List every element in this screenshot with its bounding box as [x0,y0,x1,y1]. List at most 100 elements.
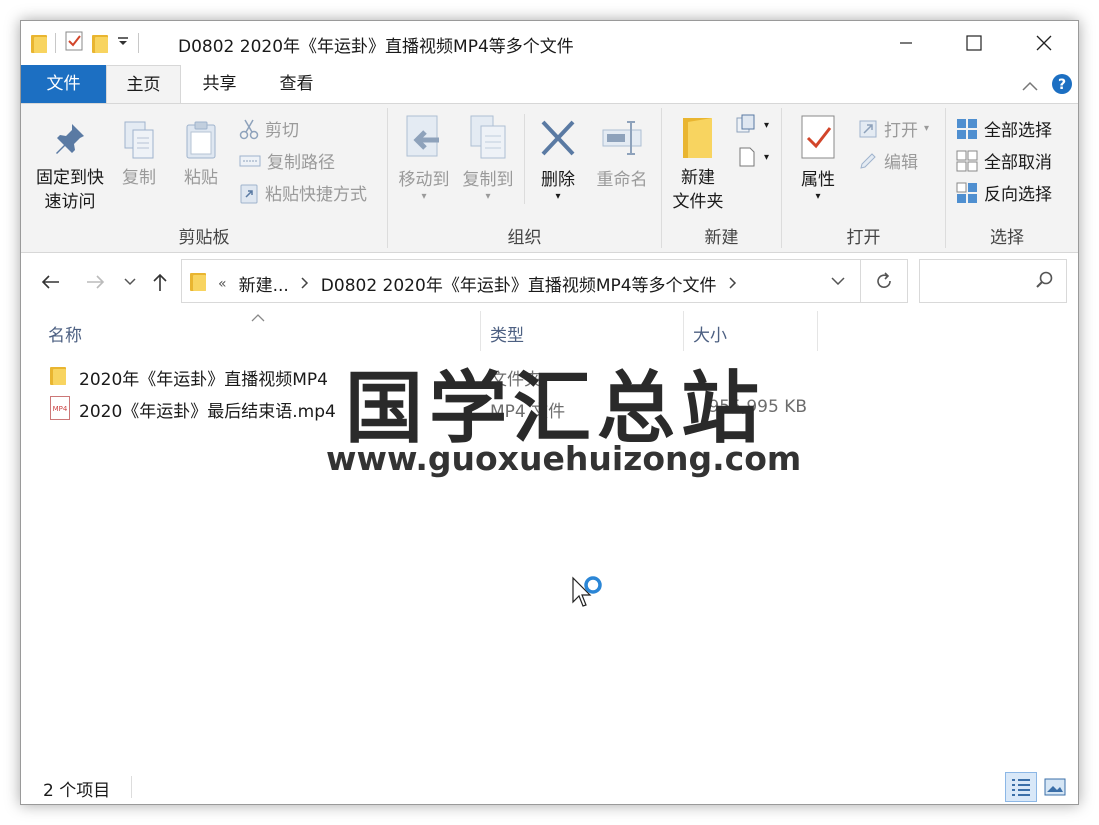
divider [55,33,56,53]
ribbon: 固定到快 速访问 复制 粘贴 剪切 复制路径 粘贴快捷方式 剪贴板 移动到 ▾ … [21,103,1078,253]
new-group-label: 新建 [704,228,739,248]
watermark-url: www.guoxuehuizong.com [326,439,802,478]
breadcrumb-item[interactable]: 新建... [239,271,289,296]
column-header-type[interactable]: 类型 [490,321,524,346]
file-name: 2020年《年运卦》直播视频MP4 [79,370,328,390]
item-count: 2 个项目 [43,781,111,801]
window-title: D0802 2020年《年运卦》直播视频MP4等多个文件 [178,37,574,57]
help-icon[interactable]: ? [1051,73,1073,100]
delete-button[interactable]: 删除 ▾ [533,114,583,202]
new-group: 新建 文件夹 ▾ ▾ 新建 [662,104,781,252]
arrow-up-icon [153,273,167,291]
column-divider[interactable] [683,311,684,351]
search-box[interactable] [919,259,1067,303]
column-header-name[interactable]: 名称 [48,321,82,346]
pin-label-line2: 速访问 [44,192,96,212]
move-to-button[interactable]: 移动到 ▾ [394,114,454,202]
cut-label: 剪切 [265,121,299,141]
tab-home[interactable]: 主页 [106,65,181,104]
search-icon [1036,271,1054,294]
tab-share[interactable]: 共享 [181,65,258,103]
column-headers: 名称 类型 大小 [21,311,1078,351]
properties-qat-button[interactable] [64,30,84,57]
new-folder-button[interactable]: 新建 文件夹 [666,114,730,214]
search-input[interactable] [926,268,1026,294]
details-view-icon [1012,779,1030,796]
large-icons-view-icon [1044,778,1066,796]
copy-to-label: 复制到 [462,170,514,190]
properties-button[interactable]: 属性 ▾ [788,114,848,202]
divider [138,33,139,53]
invert-selection-button[interactable]: 反向选择 [956,180,1052,205]
clipboard-group-label: 剪贴板 [178,228,230,248]
select-all-label: 全部选择 [984,121,1052,141]
copy-icon [121,120,157,160]
paste-button[interactable]: 粘贴 [175,120,227,190]
edit-button[interactable]: 编辑 [858,148,918,173]
minimize-button[interactable] [871,21,941,65]
open-group: 属性 ▾ 打开 ▾ 编辑 打开 [782,104,945,252]
scissors-icon [239,119,259,139]
collapse-ribbon-icon[interactable] [1021,77,1039,97]
back-button[interactable] [35,267,65,297]
copy-path-icon [239,155,261,166]
refresh-button[interactable] [861,260,907,302]
open-button[interactable]: 打开 ▾ [858,116,929,141]
column-divider[interactable] [817,311,818,351]
easy-access-button[interactable]: ▾ [736,146,769,168]
copy-to-button[interactable]: 复制到 ▾ [458,114,518,202]
breadcrumb-overflow[interactable]: « [218,276,227,292]
select-none-button[interactable]: 全部取消 [956,148,1052,173]
pin-quick-access-button[interactable]: 固定到快 速访问 [27,120,113,214]
svg-text:?: ? [1058,77,1066,93]
column-divider[interactable] [480,311,481,351]
folder-icon [31,34,47,53]
rename-button[interactable]: 重命名 [590,114,654,192]
paste-shortcut-button[interactable]: 粘贴快捷方式 [239,180,367,205]
tab-view[interactable]: 查看 [258,65,335,103]
properties-check-icon [800,114,836,162]
divider [524,114,525,204]
rename-icon [601,114,643,162]
chevron-right-icon[interactable] [301,274,309,294]
address-bar[interactable]: « 新建... D0802 2020年《年运卦》直播视频MP4等多个文件 [181,259,908,303]
address-history-button[interactable] [815,260,861,302]
new-folder-label-line2: 文件夹 [672,192,724,212]
paste-shortcut-label: 粘贴快捷方式 [265,185,367,205]
select-none-label: 全部取消 [984,153,1052,173]
new-folder-qat-button[interactable] [92,34,108,53]
properties-label: 属性 [801,170,835,190]
up-button[interactable] [145,267,175,297]
tab-file[interactable]: 文件 [21,65,106,103]
copy-path-button[interactable]: 复制路径 [239,148,335,173]
delete-label: 删除 [541,170,575,190]
refresh-icon [877,272,891,288]
close-button[interactable] [1009,21,1078,65]
copy-button[interactable]: 复制 [113,120,165,190]
maximize-button[interactable] [939,21,1009,65]
breadcrumb-item[interactable]: D0802 2020年《年运卦》直播视频MP4等多个文件 [321,271,717,296]
select-group: 全部选择 全部取消 反向选择 选择 [946,104,1068,252]
details-view-button[interactable] [1005,772,1037,802]
forward-button[interactable] [81,267,111,297]
edit-pencil-icon [860,152,876,169]
open-group-label: 打开 [846,228,881,248]
new-item-button[interactable]: ▾ [736,114,769,136]
open-icon [859,120,877,137]
select-all-button[interactable]: 全部选择 [956,116,1052,141]
column-header-size[interactable]: 大小 [693,321,727,346]
open-label: 打开 [884,121,918,141]
copy-path-label: 复制路径 [267,153,335,173]
recent-locations-button[interactable] [115,267,145,297]
invert-selection-label: 反向选择 [984,185,1052,205]
chevron-down-icon [830,277,845,285]
customize-qat-button[interactable] [116,33,130,53]
quick-access-toolbar [31,31,139,55]
copy-to-icon [467,114,509,162]
organize-group-label: 组织 [507,228,542,248]
move-to-label: 移动到 [398,170,450,190]
chevron-right-icon[interactable] [729,274,737,294]
cut-button[interactable]: 剪切 [239,116,299,141]
large-icons-view-button[interactable] [1039,772,1071,802]
file-name: 2020《年运卦》最后结束语.mp4 [79,402,336,422]
